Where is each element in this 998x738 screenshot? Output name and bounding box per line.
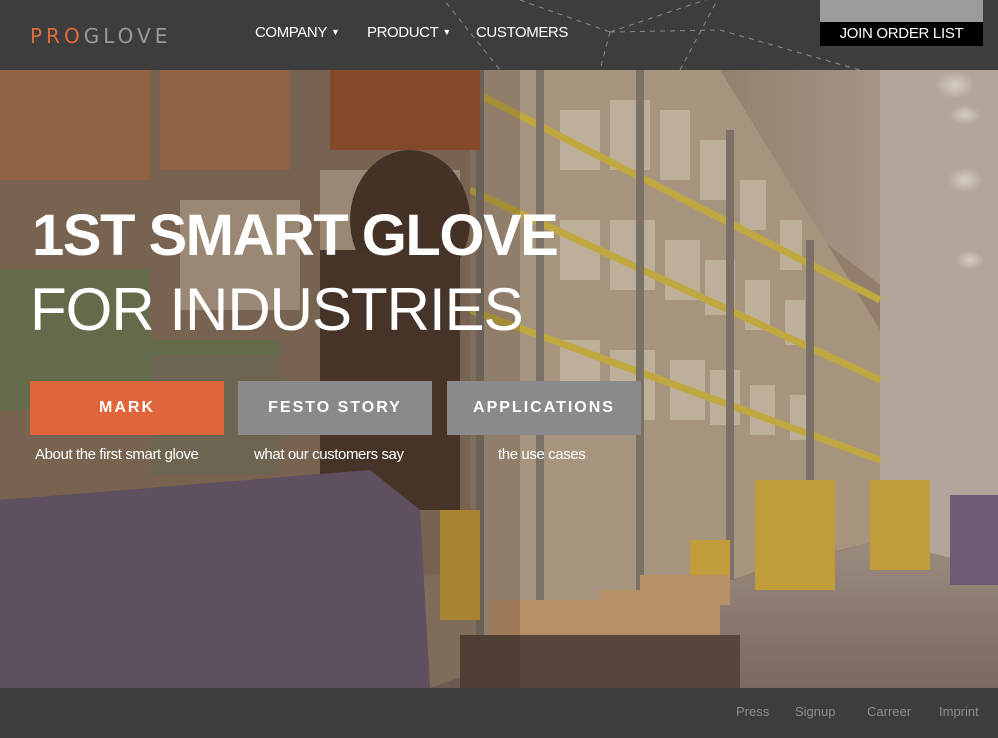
- footer-link-signup[interactable]: Signup: [795, 704, 835, 719]
- footer-link-imprint[interactable]: Imprint: [939, 704, 979, 719]
- site-header: PROGLOVE COMPANY ▼ PRODUCT ▼ CUSTOMERS JOI…: [0, 0, 998, 70]
- join-order-list-label: JOIN ORDER LIST: [820, 22, 983, 46]
- hero-section: 1ST SMART GLOVE FOR INDUSTRIES MARK FEST…: [0, 70, 998, 688]
- nav-customers-label: CUSTOMERS: [476, 24, 568, 41]
- festo-story-button[interactable]: FESTO STORY: [238, 381, 432, 435]
- join-order-list-button[interactable]: JOIN ORDER LIST: [820, 0, 983, 46]
- chevron-down-icon: ▼: [442, 27, 451, 37]
- festo-story-caption: what our customers say: [254, 446, 404, 463]
- logo-glove: GLOVE: [83, 24, 172, 48]
- footer-link-press[interactable]: Press: [736, 704, 769, 719]
- footer-link-carreer[interactable]: Carreer: [867, 704, 911, 719]
- hero-headline-line1: 1ST SMART GLOVE: [32, 203, 559, 268]
- hero-headline-line2: FOR INDUSTRIES: [30, 276, 524, 343]
- nav-product[interactable]: PRODUCT ▼: [367, 24, 451, 41]
- warehouse-background-image: [0, 70, 998, 688]
- applications-caption: the use cases: [498, 446, 586, 463]
- nav-customers[interactable]: CUSTOMERS: [476, 24, 568, 41]
- chevron-down-icon: ▼: [330, 27, 340, 37]
- logo[interactable]: PROGLOVE: [30, 24, 171, 48]
- nav-company-label: COMPANY: [255, 24, 327, 41]
- site-footer: Press Signup Carreer Imprint: [0, 688, 998, 738]
- nav-company[interactable]: COMPANY ▼: [255, 24, 340, 41]
- applications-button[interactable]: APPLICATIONS: [447, 381, 641, 435]
- logo-pro: PRO: [30, 24, 84, 48]
- mark-button[interactable]: MARK: [30, 381, 224, 435]
- nav-product-label: PRODUCT: [367, 24, 439, 41]
- mark-caption: About the first smart glove: [35, 446, 199, 463]
